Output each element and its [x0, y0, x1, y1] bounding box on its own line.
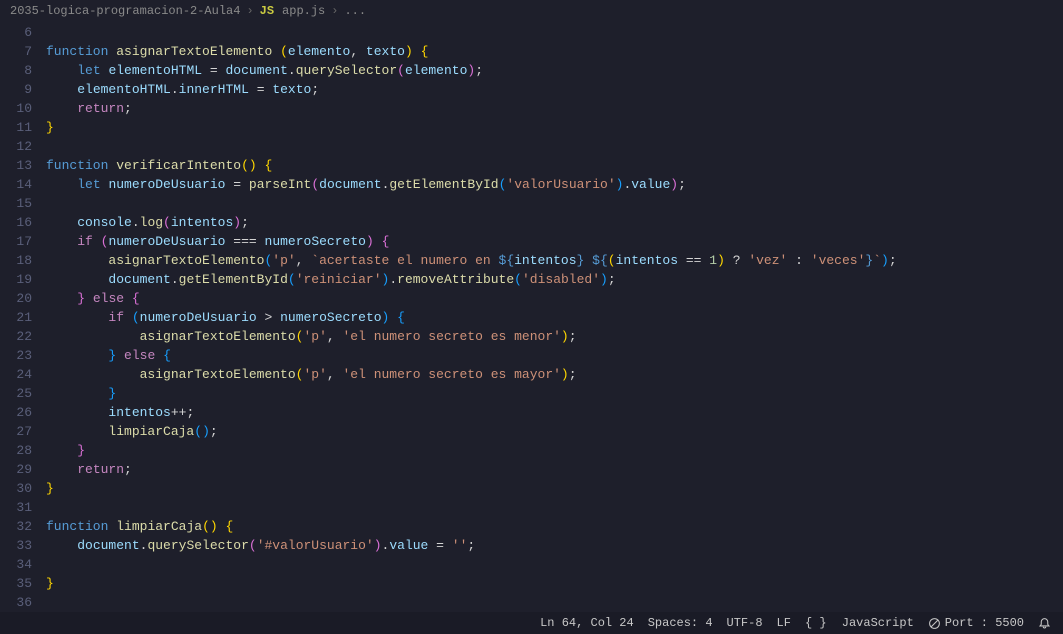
status-language[interactable]: { } JavaScript [805, 614, 914, 633]
code-line[interactable] [46, 137, 1063, 156]
no-entry-icon [928, 617, 941, 630]
code-line[interactable]: document.getElementById('reiniciar').rem… [46, 270, 1063, 289]
code-line[interactable]: asignarTextoElemento('p', 'el numero sec… [46, 365, 1063, 384]
code-line[interactable]: limpiarCaja(); [46, 422, 1063, 441]
breadcrumb-file[interactable]: app.js [282, 2, 325, 21]
code-content[interactable]: function asignarTextoElemento (elemento,… [46, 23, 1063, 613]
chevron-right-icon: › [331, 2, 338, 21]
braces-icon: { } [805, 614, 827, 633]
code-line[interactable] [46, 23, 1063, 42]
code-line[interactable] [46, 593, 1063, 612]
code-line[interactable]: } else { [46, 346, 1063, 365]
code-line[interactable]: } else { [46, 289, 1063, 308]
code-line[interactable]: intentos++; [46, 403, 1063, 422]
status-cursor-position[interactable]: Ln 64, Col 24 [540, 614, 634, 633]
code-line[interactable]: let elementoHTML = document.querySelecto… [46, 61, 1063, 80]
code-line[interactable]: } [46, 441, 1063, 460]
code-line[interactable]: function verificarIntento() { [46, 156, 1063, 175]
code-line[interactable]: } [46, 479, 1063, 498]
code-line[interactable] [46, 555, 1063, 574]
code-line[interactable]: elementoHTML.innerHTML = texto; [46, 80, 1063, 99]
code-line[interactable] [46, 194, 1063, 213]
chevron-right-icon: › [246, 2, 253, 21]
code-line[interactable]: function limpiarCaja() { [46, 517, 1063, 536]
code-line[interactable]: } [46, 384, 1063, 403]
code-line[interactable]: } [46, 118, 1063, 137]
code-line[interactable]: if (numeroDeUsuario > numeroSecreto) { [46, 308, 1063, 327]
bell-icon[interactable] [1038, 617, 1051, 630]
code-line[interactable]: } [46, 574, 1063, 593]
line-number-gutter: 6789101112131415161718192021222324252627… [0, 23, 46, 613]
status-bar: Ln 64, Col 24 Spaces: 4 UTF-8 LF { } Jav… [0, 612, 1063, 634]
status-indentation[interactable]: Spaces: 4 [648, 614, 713, 633]
code-line[interactable]: document.querySelector('#valorUsuario').… [46, 536, 1063, 555]
code-line[interactable]: asignarTextoElemento('p', 'el numero sec… [46, 327, 1063, 346]
breadcrumb-more[interactable]: ... [344, 2, 366, 21]
code-line[interactable] [46, 498, 1063, 517]
breadcrumb[interactable]: 2035-logica-programacion-2-Aula4 › JS ap… [0, 0, 1063, 23]
code-editor[interactable]: 6789101112131415161718192021222324252627… [0, 23, 1063, 613]
code-line[interactable]: function asignarTextoElemento (elemento,… [46, 42, 1063, 61]
code-line[interactable]: let numeroDeUsuario = parseInt(document.… [46, 175, 1063, 194]
code-line[interactable]: asignarTextoElemento('p', `acertaste el … [46, 251, 1063, 270]
breadcrumb-folder[interactable]: 2035-logica-programacion-2-Aula4 [10, 2, 240, 21]
js-file-icon: JS [260, 2, 274, 21]
status-eol[interactable]: LF [777, 614, 791, 633]
status-live-server[interactable]: Port : 5500 [928, 614, 1024, 633]
code-line[interactable]: return; [46, 99, 1063, 118]
status-encoding[interactable]: UTF-8 [727, 614, 763, 633]
code-line[interactable]: console.log(intentos); [46, 213, 1063, 232]
code-line[interactable]: if (numeroDeUsuario === numeroSecreto) { [46, 232, 1063, 251]
code-line[interactable]: return; [46, 460, 1063, 479]
